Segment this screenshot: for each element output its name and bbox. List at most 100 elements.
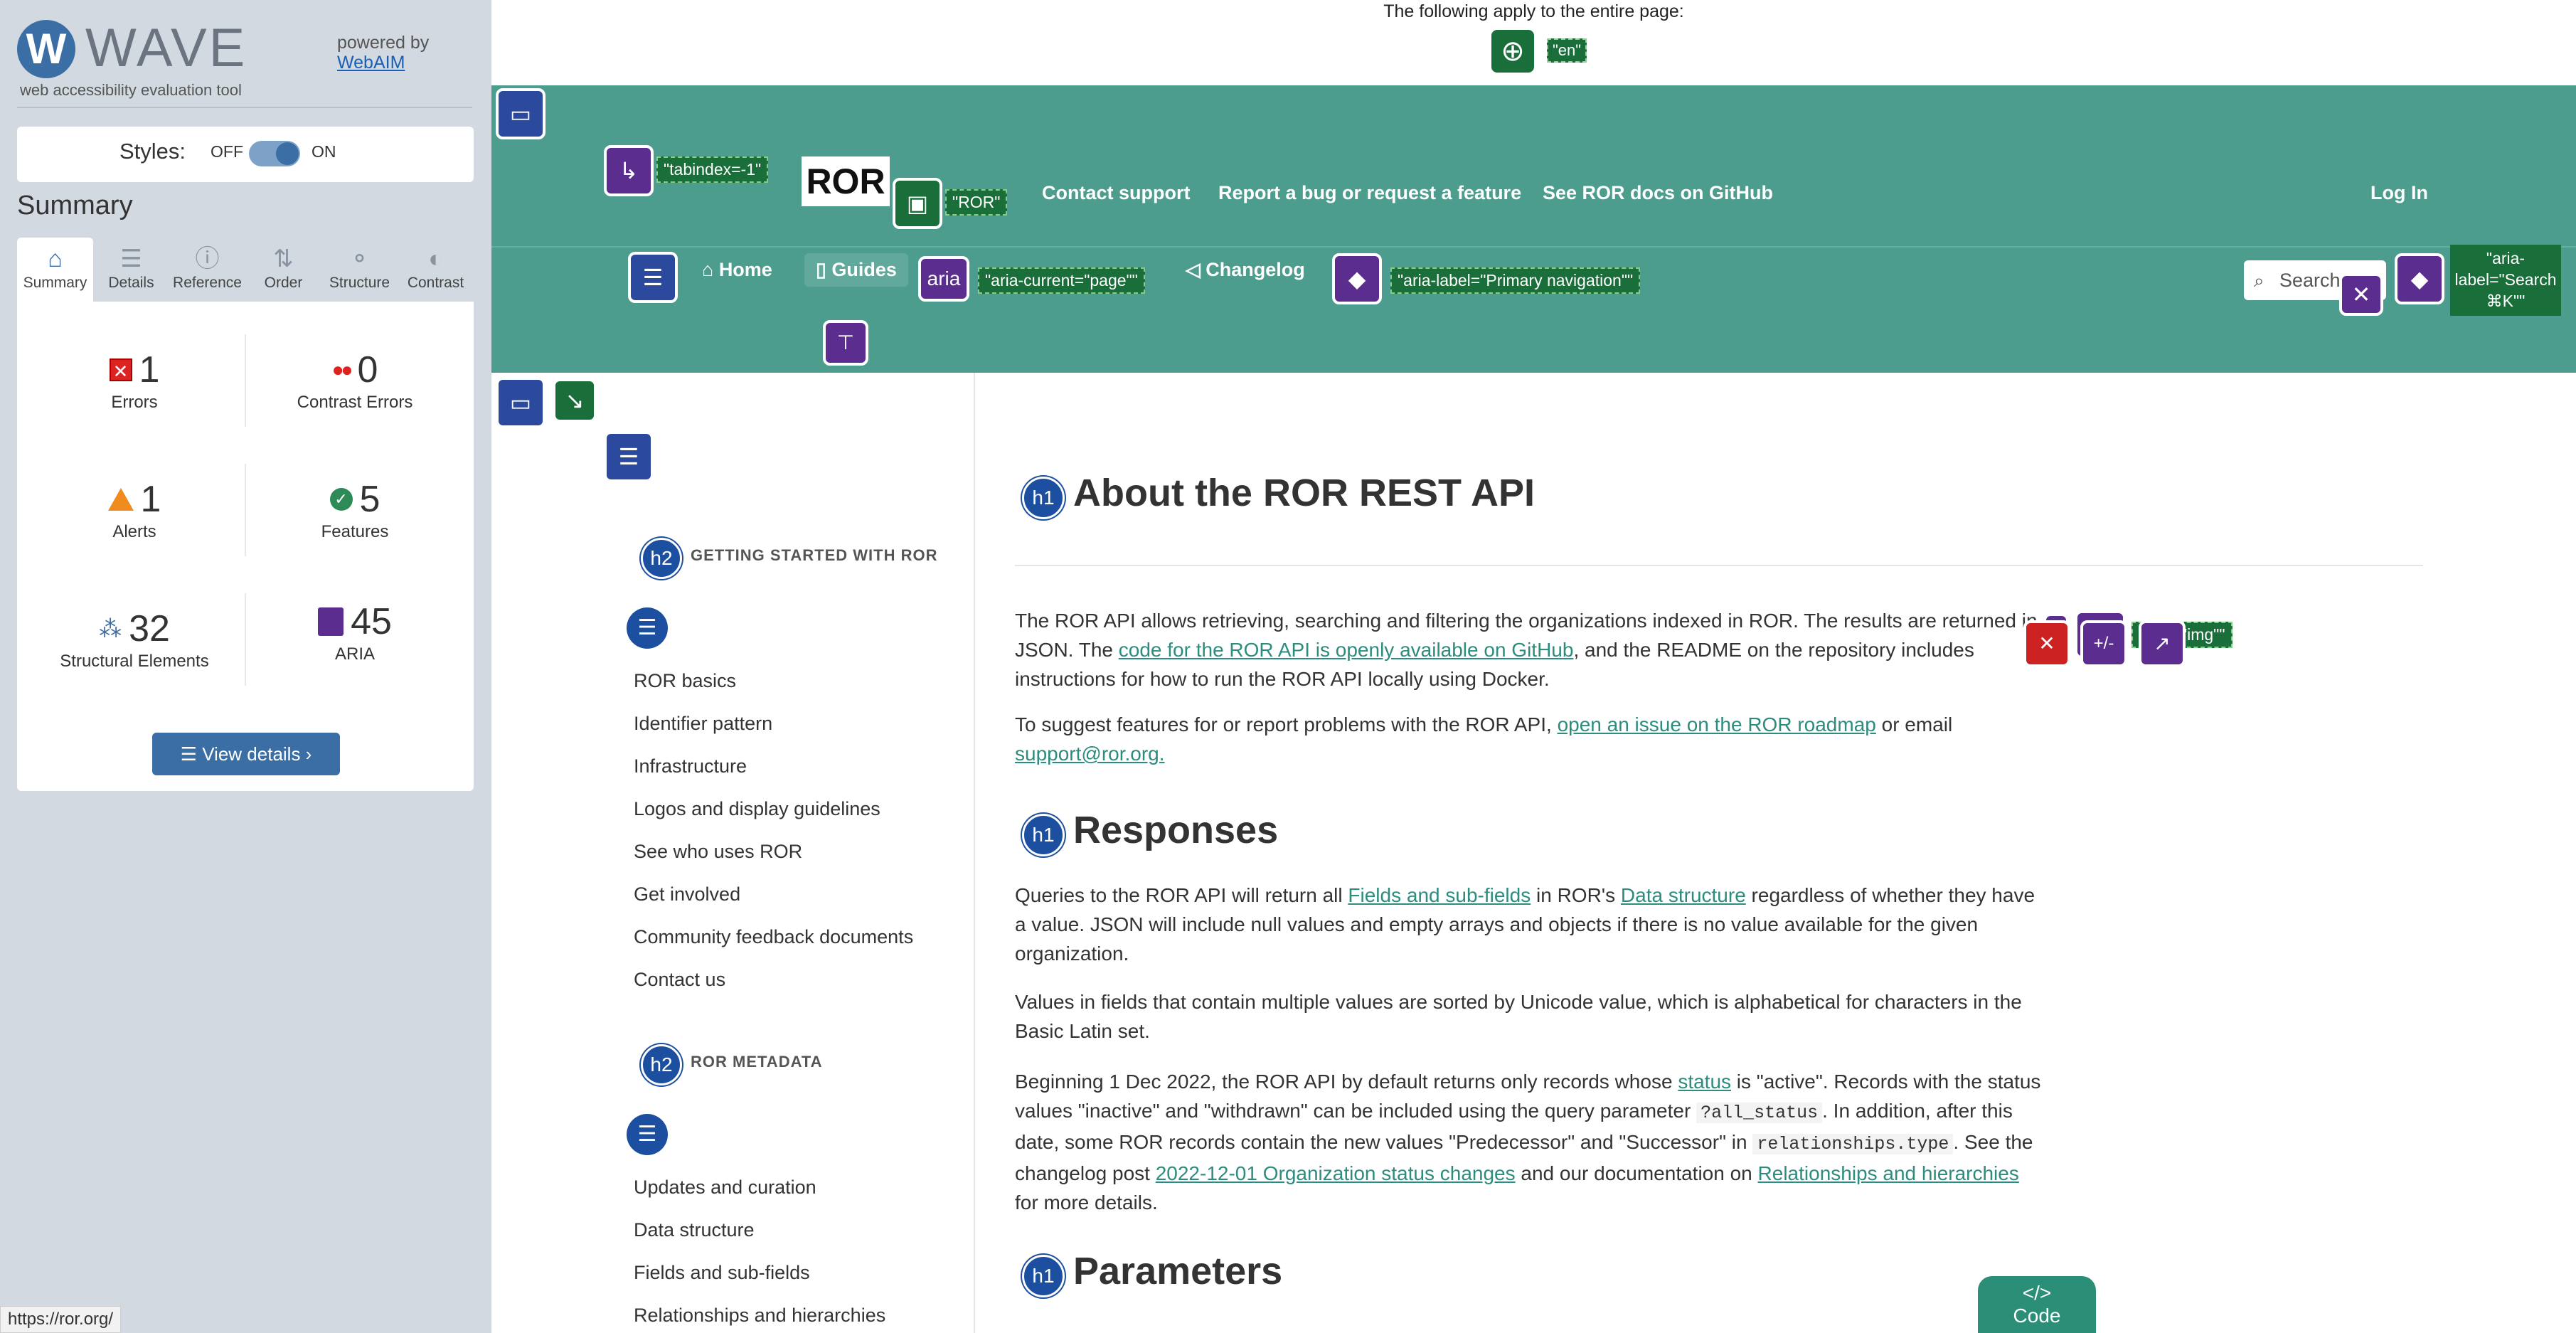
divider (245, 593, 246, 686)
tab-reference[interactable]: ⓘ Reference (169, 238, 245, 302)
sidenav-item[interactable]: ROR basics (634, 670, 736, 692)
stat-errors[interactable]: ✕ 1 Errors (31, 349, 238, 413)
nav-home[interactable]: ⌂ Home (702, 259, 772, 281)
h1-badge-icon[interactable]: h1 (1022, 477, 1065, 519)
sidenav-item[interactable]: Contact us (634, 969, 725, 991)
list-icon: ☰ (120, 245, 142, 272)
lang-chip: "en" (1547, 38, 1587, 63)
nav-region-icon[interactable]: ☰ (628, 252, 678, 303)
styles-toggle[interactable] (249, 141, 300, 166)
language-globe-icon[interactable]: ⊕ (1491, 30, 1534, 73)
megaphone-icon: ◁ (1186, 259, 1206, 280)
region-icon[interactable]: ▭ (496, 88, 545, 139)
stat-features[interactable]: ✓ 5 Features (252, 478, 458, 542)
sidenav-item[interactable]: Updates and curation (634, 1177, 816, 1199)
tab-details[interactable]: ☰ Details (93, 238, 169, 302)
nav-guides[interactable]: ▯ Guides (804, 253, 908, 287)
sidenav-item[interactable]: Data structure (634, 1219, 755, 1241)
sidenav-item[interactable]: Community feedback documents (634, 926, 913, 948)
fields-link[interactable]: Fields and sub-fields (1348, 884, 1531, 906)
skip-link-icon[interactable]: ↳ (604, 145, 654, 196)
main-content: h1 About the ROR REST API The ROR API al… (1015, 373, 2575, 1333)
support-email-link[interactable]: support@ror.org. (1015, 743, 1165, 765)
tab-order[interactable]: ⇅ Order (245, 238, 321, 302)
sidenav-item[interactable]: Relationships and hierarchies (634, 1305, 885, 1327)
intro-paragraph: The ROR API allows retrieving, searching… (1015, 610, 2038, 690)
status-link[interactable]: status (1678, 1071, 1731, 1093)
structural-label: Structural Elements (60, 652, 209, 671)
stat-aria[interactable]: 45 ARIA (252, 600, 458, 664)
nav-changelog[interactable]: ◁ Changelog (1186, 259, 1305, 281)
stat-contrast[interactable]: ●● 0 Contrast Errors (252, 349, 458, 413)
h2-badge-icon[interactable]: h2 (641, 538, 682, 579)
tab-structure[interactable]: ⚬ Structure (321, 238, 398, 302)
sidenav-item[interactable]: Logos and display guidelines (634, 798, 880, 820)
wave-tagline: web accessibility evaluation tool (20, 81, 242, 99)
docs-github-link[interactable]: See ROR docs on GitHub (1543, 182, 1773, 204)
alerts-count: 1 (140, 479, 161, 520)
relationships-link[interactable]: Relationships and hierarchies (1758, 1162, 2019, 1184)
wave-logo-icon: W (17, 20, 75, 78)
divider (245, 464, 246, 556)
stat-alerts[interactable]: 1 Alerts (31, 478, 238, 542)
tab-focus-icon[interactable]: ⊤ (823, 320, 868, 366)
tab-summary[interactable]: ⌂ Summary (17, 238, 93, 302)
changelog-post-link[interactable]: 2022-12-01 Organization status changes (1156, 1162, 1516, 1184)
page-title: About the ROR REST API (1073, 472, 1535, 514)
external-link-icon[interactable]: ↗ (2139, 620, 2186, 667)
list-icon[interactable]: ☰ (627, 607, 668, 649)
search-aria-chip: "aria-label="Search ⌘K"" (2450, 245, 2561, 316)
aria-label-search-icon[interactable]: ◆ (2395, 253, 2444, 304)
webaim-link[interactable]: WebAIM (337, 53, 405, 73)
suggest-paragraph: To suggest features for or report proble… (1015, 713, 1953, 765)
divider (245, 334, 246, 427)
powered-by: powered by WebAIM (337, 33, 429, 73)
aria-badge-icon[interactable]: aria (918, 256, 969, 302)
plus-minus-icon[interactable]: +/- (2080, 620, 2127, 667)
styles-label: Styles: (119, 139, 186, 164)
features-label: Features (321, 522, 389, 541)
error-empty-link-icon[interactable]: ✕ (2023, 620, 2070, 667)
page-note: The following apply to the entire page: (1383, 1, 1684, 21)
docs-sidebar: ☰ h2 GETTING STARTED WITH ROR ☰ ROR basi… (491, 373, 975, 1333)
h1-badge-icon[interactable]: h1 (1022, 1255, 1065, 1297)
nav-guides-label: Guides (831, 259, 897, 280)
summary-heading: Summary (17, 191, 133, 221)
tab-label: Reference (173, 275, 242, 291)
ror-logo[interactable]: ROR (802, 156, 890, 206)
styles-off-label: OFF (211, 142, 243, 161)
contact-support-link[interactable]: Contact support (1042, 182, 1191, 204)
alert-icon (107, 488, 134, 511)
sidenav-item[interactable]: Get involved (634, 883, 740, 906)
powered-by-text: powered by (337, 33, 430, 53)
data-structure-link[interactable]: Data structure (1621, 884, 1746, 906)
h1-badge-icon[interactable]: h1 (1022, 814, 1065, 856)
site-header: ▭ ↳ "tabindex=-1" ROR ▣ "ROR" Contact su… (491, 85, 2576, 373)
divider (1015, 565, 2423, 566)
aside-region-icon[interactable]: ☰ (604, 431, 654, 482)
sidenav-item[interactable]: Infrastructure (634, 755, 747, 777)
sidenav-item[interactable]: See who uses ROR (634, 841, 802, 863)
linked-image-icon[interactable]: ▣ (893, 178, 942, 229)
login-link[interactable]: Log In (2370, 182, 2428, 204)
search-icon: ⌕ (2254, 270, 2264, 291)
aria-label-tag-icon[interactable]: ◆ (1332, 253, 1382, 304)
styles-on-label: ON (312, 142, 336, 161)
divider (17, 107, 472, 108)
view-details-button[interactable]: ☰ View details › (152, 733, 340, 775)
code-tab[interactable]: </> Code (1978, 1276, 2096, 1333)
sidenav-item[interactable]: Identifier pattern (634, 713, 772, 735)
report-bug-link[interactable]: Report a bug or request a feature (1218, 182, 1521, 204)
h2-badge-icon[interactable]: h2 (641, 1044, 682, 1085)
roadmap-link[interactable]: open an issue on the ROR roadmap (1558, 713, 1876, 735)
structure-icon: ⚬ (349, 245, 370, 272)
close-icon[interactable]: ✕ (2339, 273, 2383, 316)
sidenav-heading-ror-metadata: ROR METADATA (691, 1053, 823, 1071)
sidenav-item[interactable]: Fields and sub-fields (634, 1262, 810, 1284)
alerts-label: Alerts (112, 522, 156, 541)
tab-contrast[interactable]: ◐ Contrast (398, 238, 474, 302)
nav-changelog-label: Changelog (1205, 259, 1305, 280)
stat-structural[interactable]: ⁂ 32 Structural Elements (31, 607, 238, 671)
list-icon[interactable]: ☰ (627, 1114, 668, 1155)
github-code-link[interactable]: code for the ROR API is openly available… (1119, 639, 1574, 661)
